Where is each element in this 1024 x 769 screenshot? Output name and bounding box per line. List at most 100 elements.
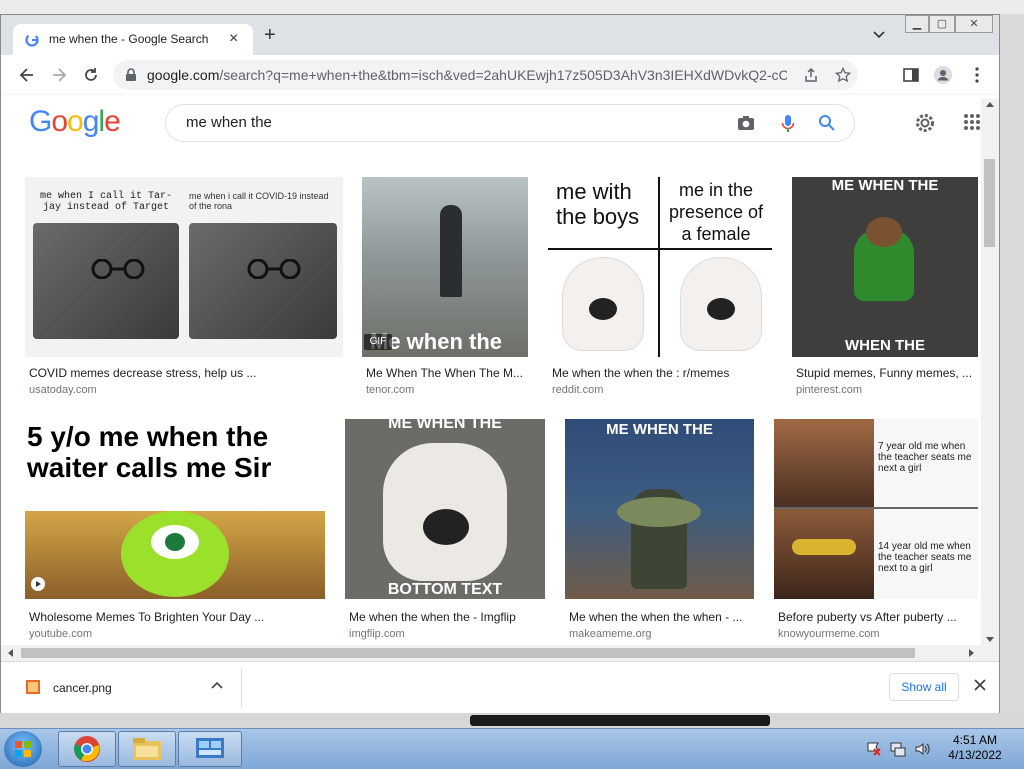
camera-search-icon[interactable] — [736, 114, 756, 132]
meme-bottom-text: WHEN THE — [845, 337, 925, 354]
meme-caption-right: me in the presence of a female — [668, 180, 764, 244]
baby-yoda-figure — [617, 489, 701, 589]
browser-menu-icon[interactable] — [967, 65, 987, 85]
control-panel-icon — [196, 738, 224, 758]
result-site[interactable]: tenor.com — [366, 384, 414, 396]
taskbar-explorer-button[interactable] — [118, 731, 176, 767]
result-thumbnail[interactable]: ME WHEN THE WHEN THE — [792, 177, 978, 357]
tab-strip: me when the - Google Search × + ▁ ▢ ✕ — [1, 15, 999, 55]
profile-avatar-icon[interactable] — [933, 65, 953, 85]
desktop-background-top — [0, 0, 1024, 14]
microphone-icon[interactable] — [780, 114, 796, 134]
scroll-up-arrow-icon[interactable] — [986, 101, 994, 107]
glasses-icon — [91, 259, 145, 279]
maximize-button[interactable]: ▢ — [929, 15, 955, 33]
result-title[interactable]: Wholesome Memes To Brighten Your Day ... — [29, 610, 264, 624]
result-thumbnail[interactable]: ME WHEN THE — [565, 419, 754, 599]
forward-arrow-icon[interactable] — [49, 65, 69, 85]
reload-icon[interactable] — [81, 65, 101, 85]
scroll-right-arrow-icon[interactable] — [969, 649, 975, 657]
result-thumbnail[interactable]: ME WHEN THE BOTTOM TEXT — [345, 419, 545, 599]
image-result-card[interactable]: ME WHEN THE BOTTOM TEXT Me when the when… — [345, 419, 545, 645]
window-close-button[interactable]: ✕ — [955, 15, 993, 33]
close-icon[interactable] — [973, 678, 987, 692]
man-with-sunglasses-image — [774, 509, 874, 599]
settings-gear-icon[interactable] — [913, 111, 937, 135]
new-tab-plus-icon[interactable]: + — [264, 25, 276, 45]
result-thumbnail[interactable]: me with the boys me in the presence of a… — [548, 177, 772, 357]
volume-speaker-icon[interactable] — [914, 741, 930, 757]
show-all-button[interactable]: Show all — [889, 673, 959, 701]
folder-icon — [133, 738, 161, 760]
image-results-grid: me when I call it Tar-jay instead of Tar… — [1, 151, 981, 645]
image-result-card[interactable]: Me when the GIF Me When The When The M..… — [362, 177, 528, 397]
result-title[interactable]: Me When The When The M... — [366, 366, 523, 380]
result-site[interactable]: pinterest.com — [796, 384, 862, 396]
vertical-scroll-thumb[interactable] — [984, 159, 995, 247]
tab-close-icon[interactable]: × — [229, 30, 238, 48]
image-result-card[interactable]: me when I call it Tar-jay instead of Tar… — [25, 177, 343, 397]
action-center-flag-icon[interactable] — [866, 741, 882, 757]
result-title[interactable]: Stupid memes, Funny memes, ... — [796, 366, 972, 380]
google-header: Google me when the — [1, 95, 999, 151]
minimize-button[interactable]: ▁ — [905, 15, 929, 33]
result-site[interactable]: knowyourmeme.com — [778, 628, 879, 640]
man-face-image — [774, 419, 874, 507]
download-file-name[interactable]: cancer.png — [53, 681, 112, 695]
result-title[interactable]: COVID memes decrease stress, help us ... — [29, 366, 256, 380]
result-title[interactable]: Me when the when the : r/memes — [552, 366, 729, 380]
image-result-card[interactable]: ME WHEN THE WHEN THE Stupid memes, Funny… — [792, 177, 978, 397]
tab-search-chevron-icon[interactable] — [873, 31, 885, 39]
vertical-scrollbar[interactable] — [981, 99, 999, 645]
scroll-left-arrow-icon[interactable] — [7, 649, 13, 657]
lock-icon[interactable] — [125, 68, 137, 82]
horizontal-scrollbar[interactable] — [1, 645, 999, 661]
desktop-background-bottom — [0, 713, 1024, 728]
side-panel-icon[interactable] — [901, 65, 921, 85]
result-thumbnail[interactable]: me when I call it Tar-jay instead of Tar… — [25, 177, 343, 357]
search-input[interactable]: me when the — [186, 114, 272, 131]
meme-caption-left: me with the boys — [556, 179, 640, 229]
google-apps-grid-icon[interactable] — [963, 113, 981, 131]
google-logo[interactable]: Google — [29, 105, 121, 139]
result-site[interactable]: imgflip.com — [349, 628, 405, 640]
scroll-down-arrow-icon[interactable] — [986, 637, 994, 643]
result-title[interactable]: Me when the when the when - ... — [569, 610, 742, 624]
meme-top-text: ME WHEN THE — [606, 421, 713, 438]
dog-with-glasses-image — [33, 223, 179, 339]
gif-badge: GIF — [364, 334, 392, 350]
search-box[interactable]: me when the — [165, 104, 855, 142]
image-file-icon[interactable] — [25, 679, 41, 695]
meme-bottom-text: BOTTOM TEXT — [387, 581, 503, 598]
taskbar-control-panel-button[interactable] — [178, 731, 242, 767]
image-result-card[interactable]: 7 year old me when the teacher seats me … — [774, 419, 978, 645]
bookmark-star-icon[interactable] — [835, 67, 851, 83]
chevron-up-icon[interactable] — [211, 681, 223, 689]
result-thumbnail[interactable]: 5 y/o me when the waiter calls me Sir — [25, 419, 325, 599]
network-icon[interactable] — [890, 741, 906, 757]
image-result-card[interactable]: ME WHEN THE Me when the when the when - … — [565, 419, 754, 645]
image-result-card[interactable]: me with the boys me in the presence of a… — [548, 177, 772, 397]
browser-tab[interactable]: me when the - Google Search × — [13, 24, 253, 55]
share-icon[interactable] — [803, 67, 819, 83]
result-site[interactable]: usatoday.com — [29, 384, 97, 396]
clock-time: 4:51 AM — [952, 733, 998, 747]
back-arrow-icon[interactable] — [17, 65, 37, 85]
address-bar[interactable]: google.com/search?q=me+when+the&tbm=isch… — [113, 60, 858, 90]
horizontal-scroll-thumb[interactable] — [21, 648, 915, 658]
result-thumbnail[interactable]: 7 year old me when the teacher seats me … — [774, 419, 978, 599]
taskbar-clock[interactable]: 4:51 AM 4/13/2022 — [940, 733, 1010, 763]
start-button[interactable] — [4, 731, 42, 767]
search-icon[interactable] — [818, 114, 836, 132]
result-site[interactable]: makeameme.org — [569, 628, 652, 640]
url-host: google.com — [147, 67, 220, 83]
result-title[interactable]: Me when the when the - Imgflip — [349, 610, 516, 624]
result-thumbnail[interactable]: Me when the GIF — [362, 177, 528, 357]
taskbar-chrome-button[interactable] — [58, 731, 116, 767]
result-site[interactable]: youtube.com — [29, 628, 92, 640]
result-title[interactable]: Before puberty vs After puberty ... — [778, 610, 957, 624]
tab-title: me when the - Google Search — [49, 32, 209, 46]
result-site[interactable]: reddit.com — [552, 384, 603, 396]
image-result-card[interactable]: 5 y/o me when the waiter calls me Sir Wh… — [25, 419, 325, 645]
dog-face-image — [562, 257, 644, 351]
